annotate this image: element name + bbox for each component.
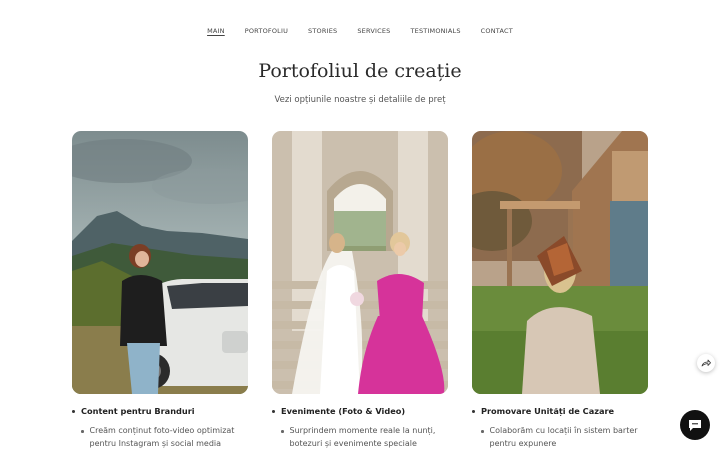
portfolio-image-accommodation[interactable] <box>472 131 648 394</box>
bullet-dot <box>272 409 275 413</box>
events-photo <box>272 131 448 394</box>
page-subtitle: Vezi opțiunile noastre și detaliile de p… <box>274 95 446 105</box>
page-title: Portofoliul de creație <box>258 60 462 82</box>
nav-item-services[interactable]: SERVICES <box>347 27 400 35</box>
service-heading: Evenimente (Foto & Video) <box>281 406 406 416</box>
portfolio-image-brands[interactable] <box>72 131 248 394</box>
service-heading: Content pentru Branduri <box>81 406 195 416</box>
service-text: Surprindem momente reale la nunți, botez… <box>289 426 436 448</box>
service-accommodation: Promovare Unități de Cazare Colaborăm cu… <box>472 406 662 450</box>
service-heading: Promovare Unități de Cazare <box>481 406 615 416</box>
bullet-dot <box>472 409 475 413</box>
nav-item-main[interactable]: MAIN <box>197 27 235 35</box>
bullet-dot <box>481 430 484 433</box>
main-nav: MAIN PORTOFOLIU STORIES SERVICES TESTIMO… <box>0 27 720 35</box>
service-events: Evenimente (Foto & Video) Surprindem mom… <box>272 406 462 450</box>
brand-photo <box>72 131 248 394</box>
bullet-dot <box>81 430 84 433</box>
share-arrow-icon <box>701 359 711 367</box>
nav-item-testimonials[interactable]: TESTIMONIALS <box>400 27 470 35</box>
service-brands: Content pentru Branduri Creăm conținut f… <box>72 406 262 450</box>
portfolio-image-events[interactable] <box>272 131 448 394</box>
share-button[interactable] <box>697 354 715 372</box>
accommodation-photo <box>472 131 648 394</box>
nav-item-stories[interactable]: STORIES <box>298 27 347 35</box>
bullet-dot <box>72 409 75 413</box>
bullet-dot <box>281 430 284 433</box>
nav-item-contact[interactable]: CONTACT <box>471 27 523 35</box>
chat-bubble-icon <box>689 419 701 431</box>
chat-button[interactable] <box>680 410 710 440</box>
service-text: Creăm conținut foto-video optimizat pent… <box>89 426 235 448</box>
service-text: Colaborăm cu locații în sistem barter pe… <box>489 426 638 448</box>
nav-item-portofoliu[interactable]: PORTOFOLIU <box>235 27 298 35</box>
